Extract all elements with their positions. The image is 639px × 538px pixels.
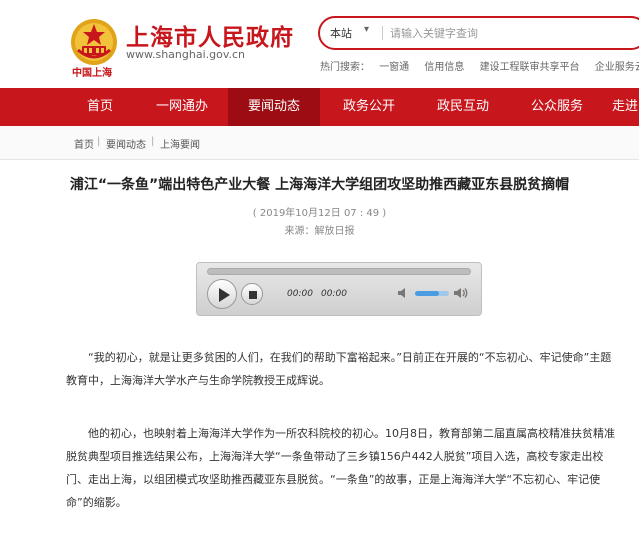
volume-slider[interactable] [415, 291, 449, 296]
article-title: 浦江“一条鱼”端出特色产业大餐 上海海洋大学组团攻坚助推西藏亚东县脱贫摘帽 [69, 177, 570, 193]
search-input[interactable] [390, 24, 630, 42]
volume-level [415, 291, 439, 296]
search-scope-select[interactable]: 本站 [330, 25, 352, 41]
volume-high-icon[interactable] [453, 285, 469, 301]
site-header: 中国上海 上海市人民政府 www.shanghai.gov.cn 本站 ▾ 热门… [0, 0, 639, 88]
stop-button[interactable] [241, 283, 263, 305]
breadcrumb-home[interactable]: 首页 [74, 136, 94, 151]
audio-progress-bar[interactable] [207, 268, 471, 275]
hot-search-link[interactable]: 建设工程联审共享平台 [480, 62, 580, 73]
chevron-down-icon[interactable]: ▾ [364, 24, 369, 35]
site-title[interactable]: 上海市人民政府 [126, 18, 294, 52]
stop-icon [249, 291, 257, 299]
nav-item-public-service[interactable]: 公众服务 [510, 88, 604, 126]
hot-search-row: 热门搜索： 一窗通 信用信息 建设工程联审共享平台 企业服务云 [320, 58, 639, 73]
site-url: www.shanghai.gov.cn [126, 48, 246, 61]
play-icon [219, 288, 230, 302]
article-paragraph: 他的初心，也映射着上海海洋大学作为一所农科院校的初心。10月8日，教育部第二届直… [66, 427, 615, 509]
volume-low-icon[interactable] [397, 286, 411, 300]
breadcrumb-separator: | [151, 136, 155, 147]
breadcrumb: 首页 | 要闻动态 | 上海要闻 [0, 126, 639, 160]
logo-subtitle: 中国上海 [72, 68, 112, 79]
nav-item-more[interactable]: 走进 [612, 88, 639, 126]
duration: 00:00 [321, 289, 347, 299]
article-source: 来源：解放日报 [284, 226, 355, 237]
hot-search-link[interactable]: 一窗通 [379, 62, 409, 73]
nav-item-one-stop[interactable]: 一网通办 [140, 88, 224, 126]
audio-player: 00:00 00:00 [196, 262, 482, 316]
breadcrumb-shanghai-news[interactable]: 上海要闻 [160, 136, 200, 151]
current-time: 00:00 [287, 289, 313, 299]
play-button[interactable] [207, 279, 237, 309]
nav-item-gov-affairs[interactable]: 政务公开 [322, 88, 416, 126]
government-emblem-icon[interactable] [70, 18, 118, 66]
breadcrumb-news[interactable]: 要闻动态 [106, 136, 146, 151]
nav-item-news[interactable]: 要闻动态 [228, 88, 320, 126]
search-divider [382, 26, 383, 40]
breadcrumb-separator: | [97, 136, 101, 147]
nav-item-interaction[interactable]: 政民互动 [416, 88, 510, 126]
hot-search-link[interactable]: 企业服务云 [595, 62, 639, 73]
article-date: ( 2019年10月12日 07 : 49 ) [252, 208, 387, 219]
hot-search-label: 热门搜索： [320, 62, 370, 73]
nav-item-home[interactable]: 首页 [60, 88, 140, 126]
main-nav: 首页 一网通办 要闻动态 政务公开 政民互动 公众服务 走进 [0, 88, 639, 126]
search-box: 本站 ▾ [318, 16, 639, 50]
hot-search-link[interactable]: 信用信息 [424, 62, 464, 73]
article-paragraph: “我的初心，就是让更多贫困的人们，在我们的帮助下富裕起来。”日前正在开展的“不忘… [66, 351, 612, 387]
